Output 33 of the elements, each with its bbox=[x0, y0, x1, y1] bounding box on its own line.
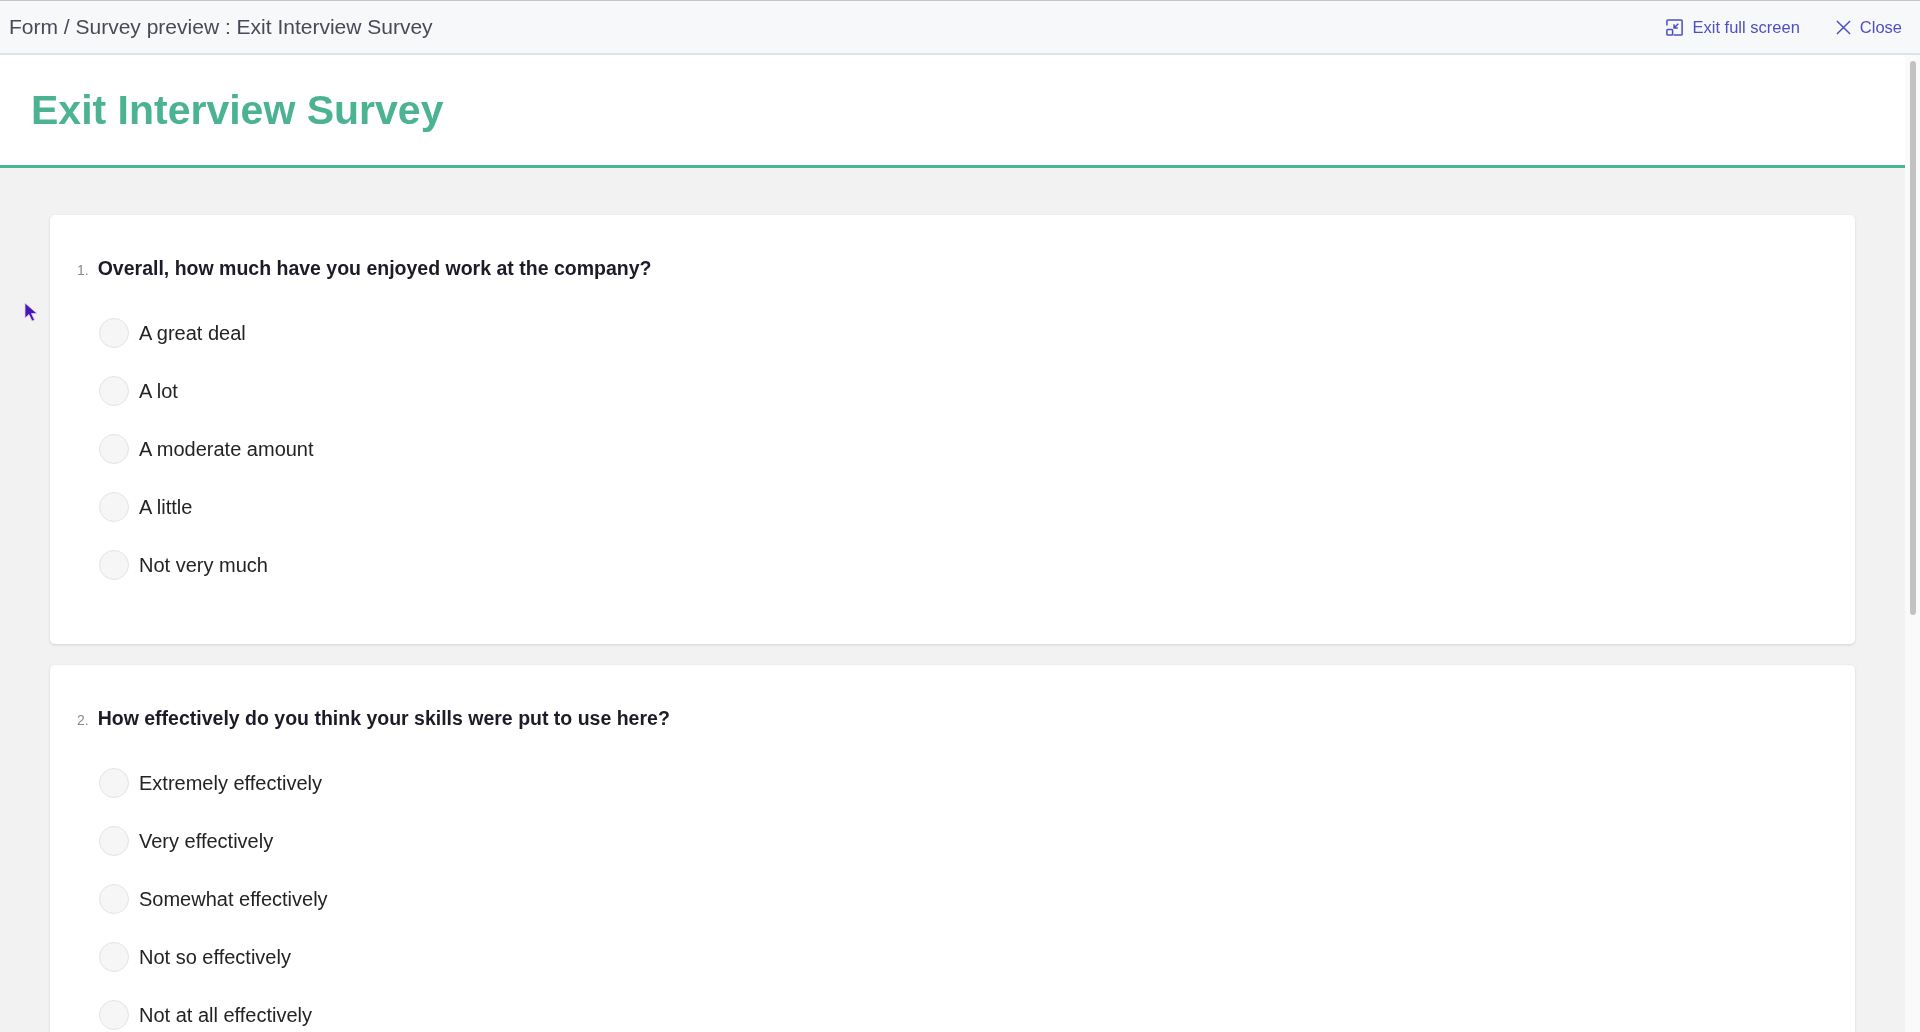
option-label: Not very much bbox=[139, 553, 268, 577]
question-number: 2. bbox=[77, 712, 89, 728]
radio-button[interactable] bbox=[99, 826, 129, 856]
radio-button[interactable] bbox=[99, 318, 129, 348]
survey-title: Exit Interview Survey bbox=[31, 86, 444, 134]
close-icon bbox=[1835, 19, 1851, 35]
breadcrumb: Form / Survey preview : Exit Interview Survey bbox=[9, 15, 433, 39]
radio-button[interactable] bbox=[99, 376, 129, 406]
exit-fullscreen-icon bbox=[1664, 17, 1684, 37]
option-label: Somewhat effectively bbox=[139, 887, 328, 911]
question-number: 1. bbox=[77, 262, 89, 278]
mouse-pointer-icon bbox=[24, 302, 38, 322]
option-label: Very effectively bbox=[139, 829, 274, 853]
exit-full-screen-button[interactable]: Exit full screen bbox=[1664, 15, 1800, 39]
option-label: A moderate amount bbox=[139, 437, 314, 461]
option-label: A great deal bbox=[139, 321, 246, 345]
radio-button[interactable] bbox=[99, 1000, 129, 1030]
radio-button[interactable] bbox=[99, 492, 129, 522]
option-label: Not so effectively bbox=[139, 945, 291, 969]
close-button[interactable]: Close bbox=[1835, 15, 1902, 39]
question-text: Overall, how much have you enjoyed work at the company? bbox=[97, 257, 652, 280]
option-label: A lot bbox=[139, 379, 178, 403]
scrollbar-track[interactable] bbox=[1905, 55, 1920, 1032]
scrollbar-thumb[interactable] bbox=[1909, 61, 1916, 615]
radio-button[interactable] bbox=[99, 942, 129, 972]
radio-button[interactable] bbox=[99, 768, 129, 798]
option-label: Not at all effectively bbox=[139, 1003, 313, 1027]
radio-button[interactable] bbox=[99, 434, 129, 464]
option-label: A little bbox=[139, 495, 193, 519]
option-label: Extremely effectively bbox=[139, 771, 323, 795]
question-text: How effectively do you think your skills were put to use here? bbox=[97, 707, 670, 730]
radio-button[interactable] bbox=[99, 550, 129, 580]
radio-button[interactable] bbox=[99, 884, 129, 914]
